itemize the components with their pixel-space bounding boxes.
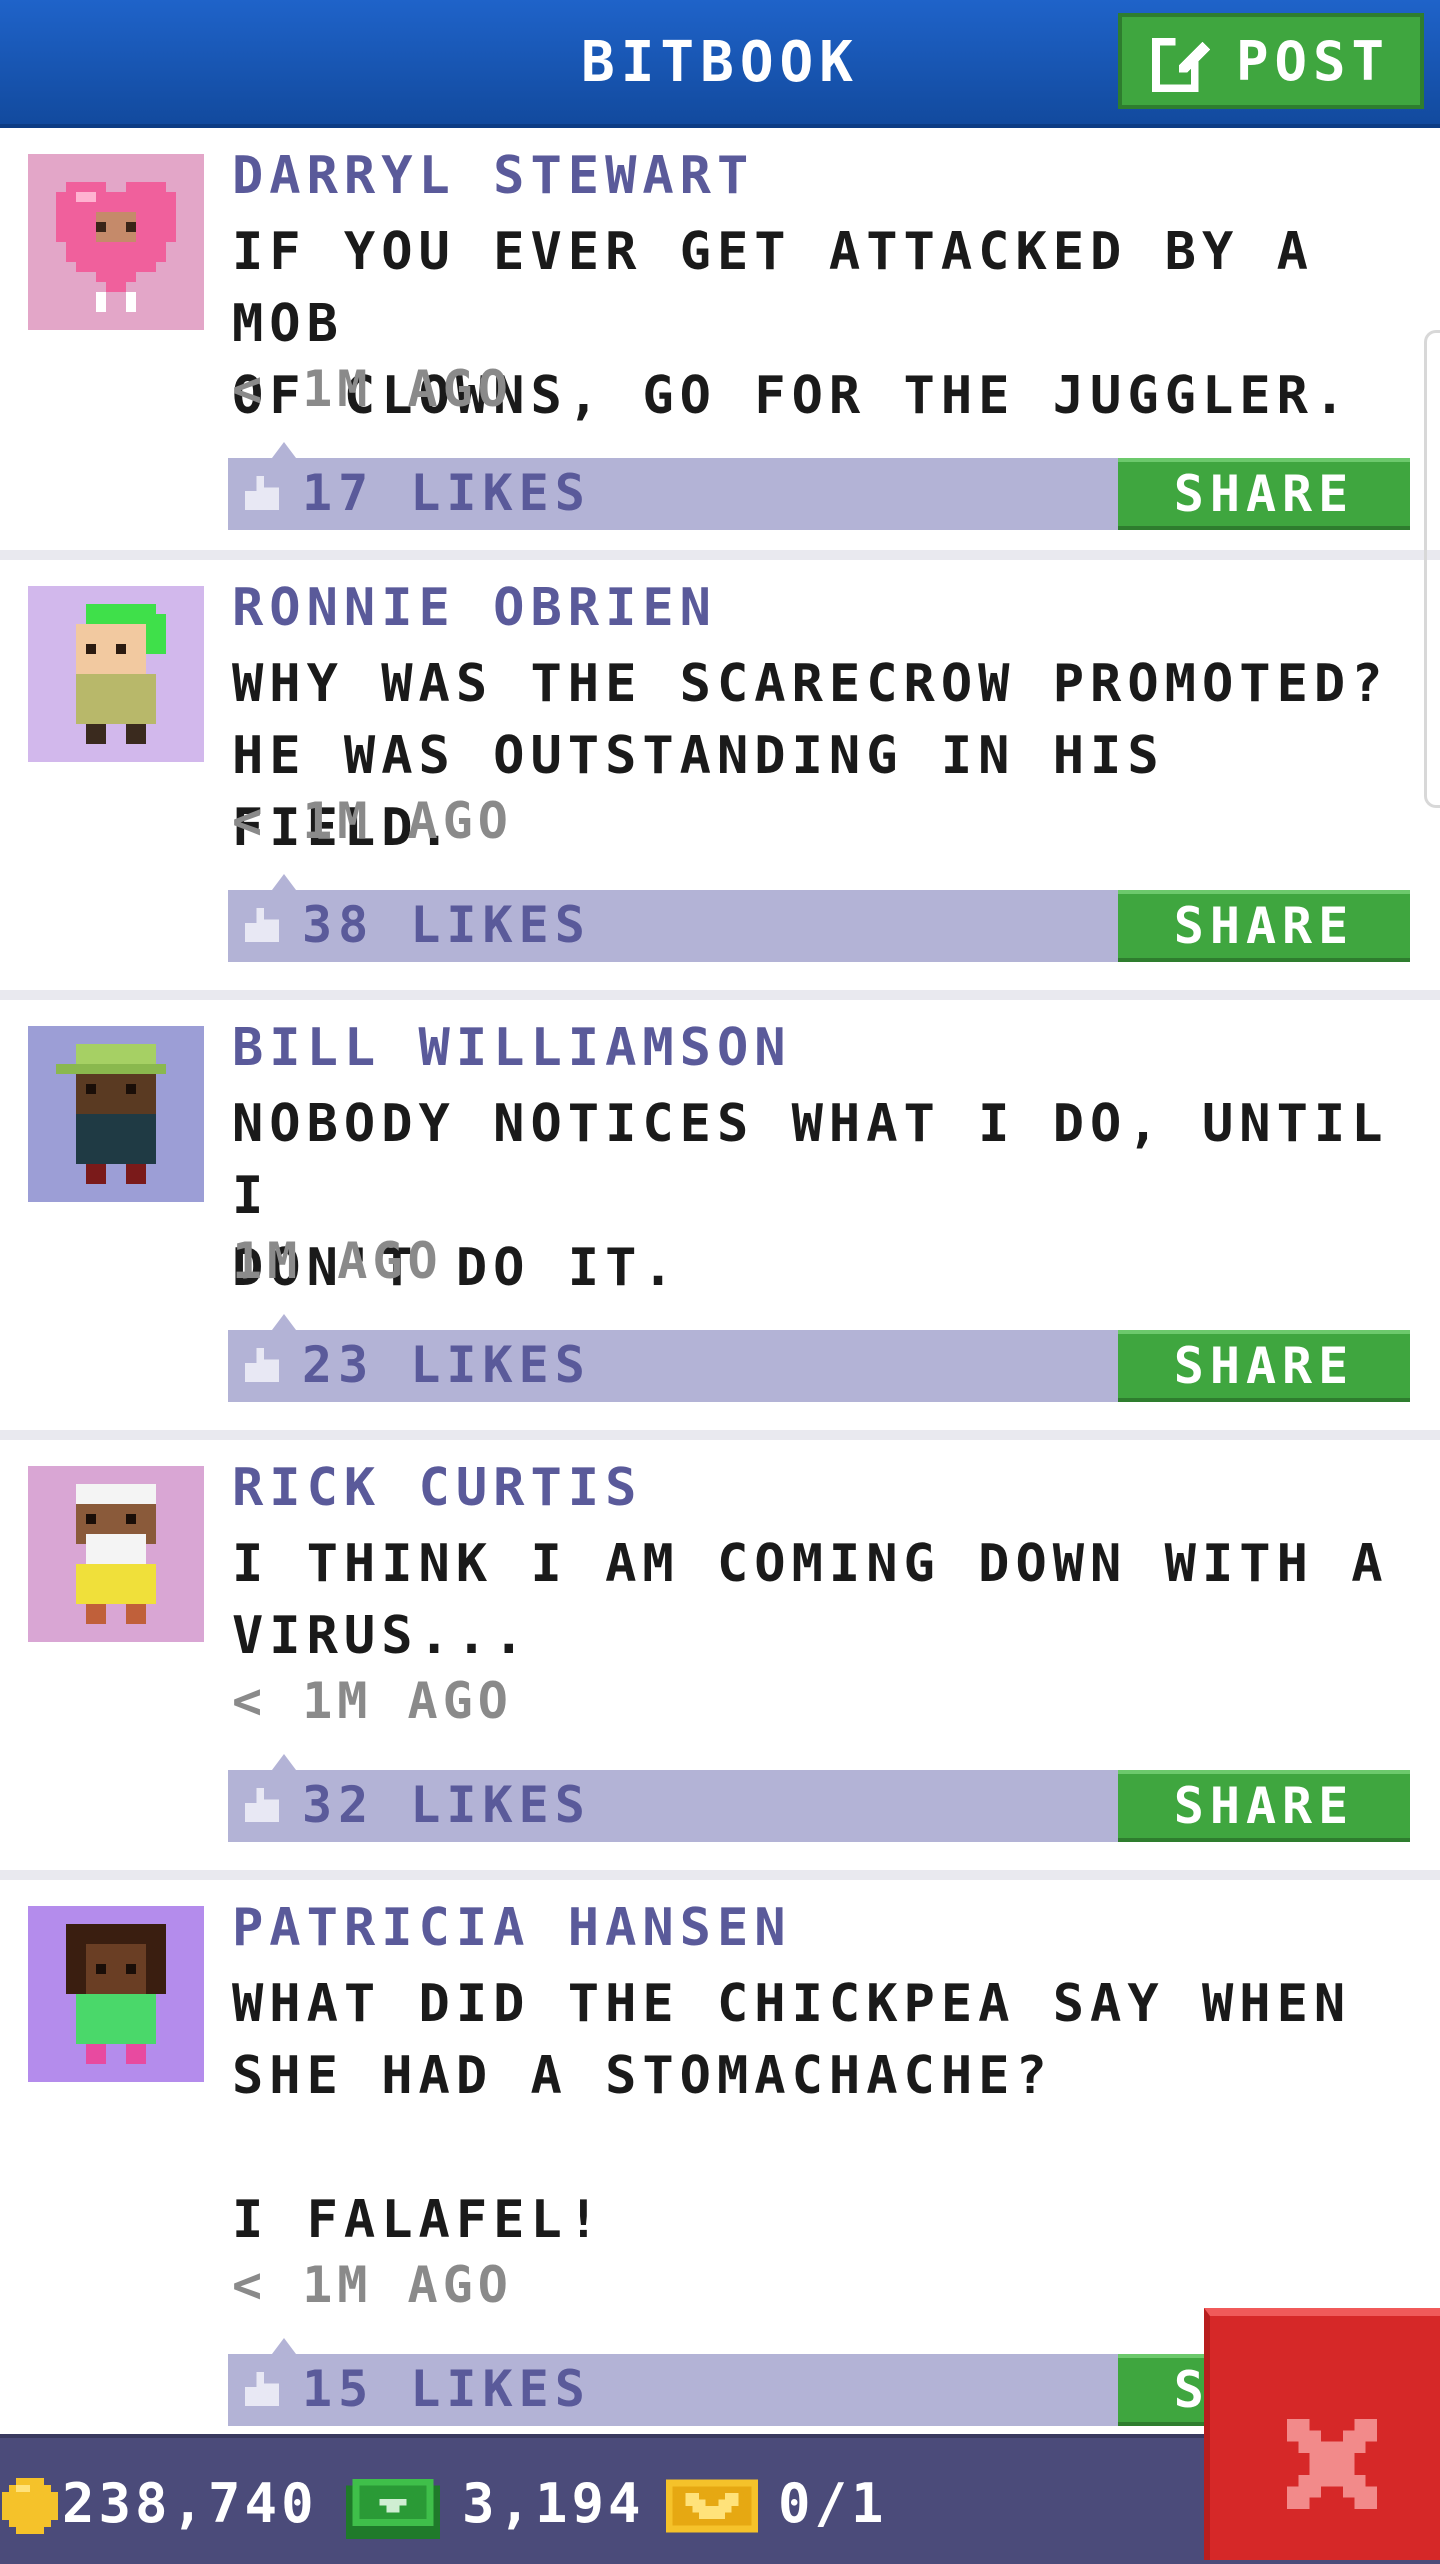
- post-author[interactable]: DARRYL STEWART: [232, 146, 754, 206]
- heart-character-icon: [56, 182, 176, 312]
- close-button[interactable]: [1204, 2308, 1440, 2560]
- close-icon: [1287, 2419, 1377, 2509]
- post-button[interactable]: POST: [1118, 13, 1424, 109]
- avatar[interactable]: [28, 1466, 204, 1642]
- post-time: < 1M AGO: [232, 792, 513, 850]
- post-author[interactable]: RONNIE OBRIEN: [232, 578, 717, 638]
- post-author[interactable]: PATRICIA HANSEN: [232, 1898, 792, 1958]
- post-button-label: POST: [1235, 29, 1391, 93]
- thumbs-up-icon[interactable]: [244, 2372, 284, 2410]
- cap-character-icon: [56, 1044, 166, 1184]
- green-hair-character-icon: [76, 604, 166, 744]
- likes-bar: 23 LIKES SHARE: [228, 1314, 1410, 1402]
- coin-icon: [2, 2478, 58, 2534]
- avatar[interactable]: [28, 586, 204, 762]
- likes-count: 38 LIKES: [302, 896, 591, 954]
- post-time: < 1M AGO: [232, 360, 513, 418]
- feed-post: DARRYL STEWART IF YOU EVER GET ATTACKED …: [0, 128, 1440, 560]
- edit-icon: [1151, 33, 1211, 92]
- post-time: < 1M AGO: [232, 1672, 513, 1730]
- coin-count: 238,740: [62, 2472, 318, 2535]
- likes-count: 32 LIKES: [302, 1776, 591, 1834]
- thumbs-up-icon[interactable]: [244, 908, 284, 946]
- ticket-icon: [666, 2479, 758, 2533]
- likes-bar: 32 LIKES SHARE: [228, 1754, 1410, 1842]
- feed: DARRYL STEWART IF YOU EVER GET ATTACKED …: [0, 128, 1440, 2440]
- post-author[interactable]: RICK CURTIS: [232, 1458, 642, 1518]
- likes-count: 15 LIKES: [302, 2360, 591, 2418]
- bearded-character-icon: [76, 1484, 156, 1624]
- post-text: I THINK I AM COMING DOWN WITH A VIRUS...: [232, 1534, 1389, 1666]
- avatar[interactable]: [28, 1026, 204, 1202]
- share-button[interactable]: SHARE: [1118, 890, 1410, 962]
- girl-character-icon: [66, 1924, 166, 2064]
- scrollbar[interactable]: [1424, 330, 1440, 808]
- thumbs-up-icon[interactable]: [244, 1788, 284, 1826]
- feed-post: BILL WILLIAMSON NOBODY NOTICES WHAT I DO…: [0, 1000, 1440, 1440]
- post-time: 1M AGO: [232, 1232, 443, 1290]
- avatar[interactable]: [28, 1906, 204, 2082]
- cash-count: 3,194: [462, 2472, 645, 2535]
- app-header: BITBOOK POST: [0, 0, 1440, 128]
- cash-icon: [346, 2478, 440, 2540]
- thumbs-up-icon[interactable]: [244, 1348, 284, 1386]
- thumbs-up-icon[interactable]: [244, 476, 284, 514]
- avatar[interactable]: [28, 154, 204, 330]
- feed-post: RONNIE OBRIEN WHY WAS THE SCARECROW PROM…: [0, 560, 1440, 1000]
- likes-bar: 38 LIKES SHARE: [228, 874, 1410, 962]
- likes-bar: 17 LIKES SHARE: [228, 442, 1410, 530]
- post-author[interactable]: BILL WILLIAMSON: [232, 1018, 792, 1078]
- share-button[interactable]: SHARE: [1118, 1330, 1410, 1402]
- share-button[interactable]: SHARE: [1118, 458, 1410, 530]
- feed-post: RICK CURTIS I THINK I AM COMING DOWN WIT…: [0, 1440, 1440, 1880]
- likes-count: 17 LIKES: [302, 464, 591, 522]
- ticket-count: 0/1: [778, 2472, 888, 2535]
- post-time: < 1M AGO: [232, 2256, 513, 2314]
- post-text: WHAT DID THE CHICKPEA SAY WHEN SHE HAD A…: [232, 1974, 1352, 2250]
- share-button[interactable]: SHARE: [1118, 1770, 1410, 1842]
- likes-count: 23 LIKES: [302, 1336, 591, 1394]
